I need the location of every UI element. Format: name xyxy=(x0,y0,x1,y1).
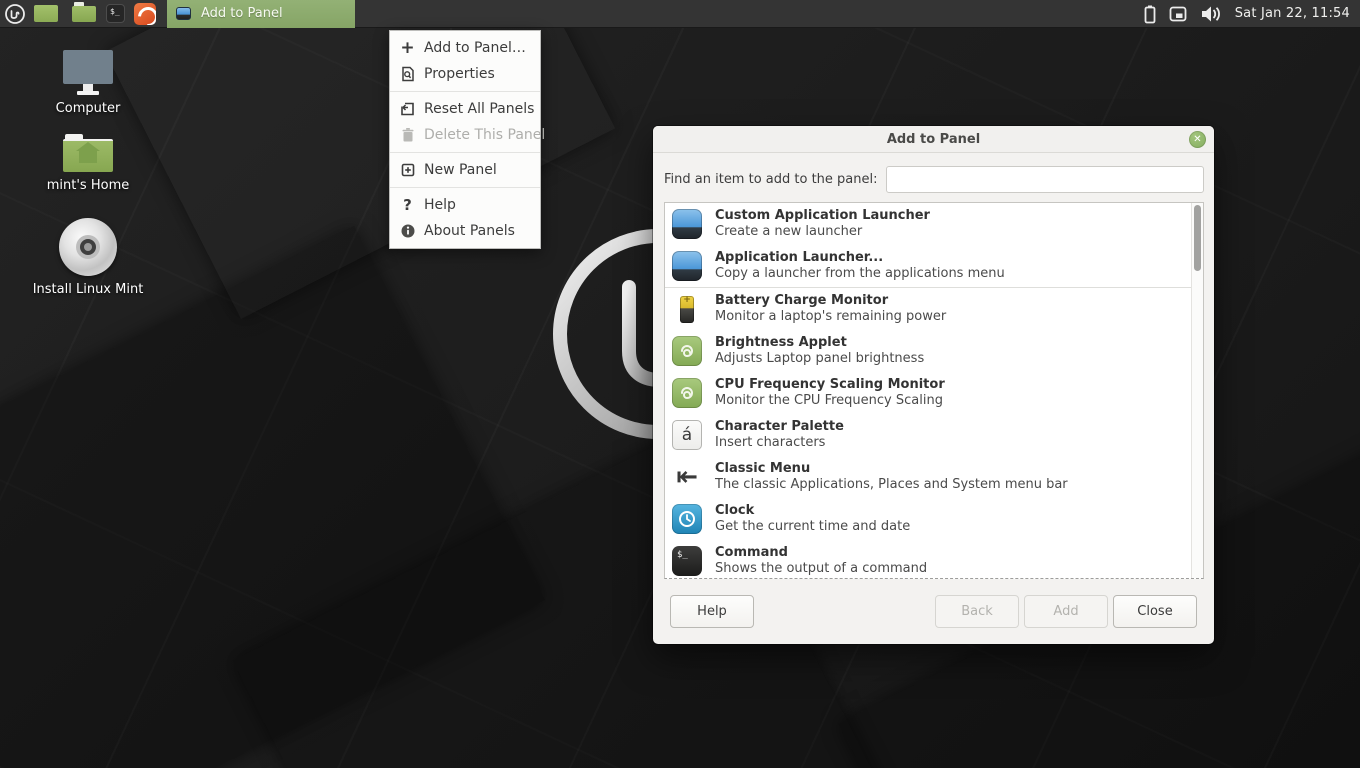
list-item-command[interactable]: $_ Command Shows the output of a command xyxy=(665,540,1191,579)
menu-item-about-panels[interactable]: About Panels xyxy=(390,218,540,244)
dialog-titlebar[interactable]: Add to Panel ✕ xyxy=(653,126,1214,153)
taskbar-item-add-to-panel[interactable]: Add to Panel xyxy=(167,0,355,28)
reset-icon xyxy=(399,101,416,118)
menu-item-properties[interactable]: Properties xyxy=(390,61,540,87)
desktop-icon-home[interactable]: mint's Home xyxy=(18,134,158,193)
desktop-icon-label: Computer xyxy=(18,101,158,116)
item-desc: Adjusts Laptop panel brightness xyxy=(715,351,924,367)
panel-clock[interactable]: Sat Jan 22, 11:54 xyxy=(1235,6,1350,21)
system-tray: Sat Jan 22, 11:54 xyxy=(1138,3,1360,25)
item-desc: Monitor a laptop's remaining power xyxy=(715,309,946,325)
menu-item-delete-this-panel: Delete This Panel xyxy=(390,122,540,148)
item-title: Battery Charge Monitor xyxy=(715,293,946,309)
taskbar-item-label: Add to Panel xyxy=(201,6,283,21)
list-scrollbar[interactable] xyxy=(1191,203,1203,578)
close-icon[interactable]: ✕ xyxy=(1189,131,1206,148)
item-title: Classic Menu xyxy=(715,461,1068,477)
window-icon xyxy=(176,7,191,20)
menu-item-label: About Panels xyxy=(424,223,515,239)
item-title: Command xyxy=(715,545,927,561)
folder-icon[interactable] xyxy=(72,6,96,22)
top-panel: $_ Add to Panel Sat Jan 22, 11:54 xyxy=(0,0,1360,28)
menu-item-label: Properties xyxy=(424,66,495,82)
find-item-input[interactable] xyxy=(886,166,1205,193)
menu-item-label: Delete This Panel xyxy=(424,127,545,143)
item-desc: Shows the output of a command xyxy=(715,561,927,577)
list-item-clock[interactable]: Clock Get the current time and date xyxy=(665,498,1191,540)
list-item-classic-menu[interactable]: ⇤ Classic Menu The classic Applications,… xyxy=(665,456,1191,498)
launcher-icon xyxy=(672,251,702,281)
item-title: Character Palette xyxy=(715,419,844,435)
list-item-custom-application-launcher[interactable]: Custom Application Launcher Create a new… xyxy=(665,203,1191,245)
add-to-panel-dialog: Add to Panel ✕ Find an item to add to th… xyxy=(653,126,1214,644)
menu-item-new-panel[interactable]: New Panel xyxy=(390,157,540,183)
item-desc: Insert characters xyxy=(715,435,844,451)
item-title: Application Launcher... xyxy=(715,250,1005,266)
menu-separator xyxy=(390,187,540,188)
help-button[interactable]: Help xyxy=(670,595,754,628)
brightness-icon xyxy=(672,336,702,366)
info-icon xyxy=(399,223,416,240)
clock-icon xyxy=(672,504,702,534)
desktop-icon-label: mint's Home xyxy=(18,178,158,193)
command-icon: $_ xyxy=(672,546,702,576)
new-panel-icon xyxy=(399,162,416,179)
home-folder-icon xyxy=(63,134,113,172)
add-button: Add xyxy=(1024,595,1108,628)
properties-icon xyxy=(399,66,416,83)
plus-icon: + xyxy=(399,40,416,57)
mint-menu-icon[interactable] xyxy=(0,0,30,28)
desktop-icon-computer[interactable]: Computer xyxy=(18,50,158,116)
item-title: Custom Application Launcher xyxy=(715,208,930,224)
item-desc: Get the current time and date xyxy=(715,519,910,535)
menu-item-label: Reset All Panels xyxy=(424,101,534,117)
menu-item-add-to-panel[interactable]: + Add to Panel… xyxy=(390,35,540,61)
scrollbar-thumb[interactable] xyxy=(1194,205,1201,271)
menu-separator xyxy=(390,152,540,153)
question-icon: ? xyxy=(399,197,416,214)
desktop-icon-label: Install Linux Mint xyxy=(18,282,158,297)
volume-icon[interactable] xyxy=(1199,3,1223,25)
list-item-cpu-frequency-scaling-monitor[interactable]: CPU Frequency Scaling Monitor Monitor th… xyxy=(665,372,1191,414)
firefox-icon[interactable] xyxy=(134,3,156,25)
terminal-icon[interactable]: $_ xyxy=(106,4,125,23)
find-item-label: Find an item to add to the panel: xyxy=(664,172,878,187)
dialog-title: Add to Panel xyxy=(887,132,980,147)
menu-item-help[interactable]: ? Help xyxy=(390,192,540,218)
file-manager-icon[interactable] xyxy=(34,5,58,22)
cpufreq-icon xyxy=(672,378,702,408)
list-item-battery-charge-monitor[interactable]: Battery Charge Monitor Monitor a laptop'… xyxy=(665,288,1191,330)
classic-menu-icon: ⇤ xyxy=(672,462,702,492)
applet-list: Custom Application Launcher Create a new… xyxy=(664,202,1204,579)
list-item-application-launcher[interactable]: Application Launcher... Copy a launcher … xyxy=(665,245,1191,288)
display-icon[interactable] xyxy=(1167,3,1189,25)
install-disc-icon xyxy=(59,218,117,276)
battery-icon xyxy=(672,294,702,324)
menu-item-reset-all-panels[interactable]: Reset All Panels xyxy=(390,96,540,122)
back-button: Back xyxy=(935,595,1019,628)
menu-item-label: Help xyxy=(424,197,456,213)
battery-icon[interactable] xyxy=(1143,3,1157,25)
item-desc: The classic Applications, Places and Sys… xyxy=(715,477,1068,493)
computer-icon xyxy=(18,50,158,95)
close-button[interactable]: Close xyxy=(1113,595,1197,628)
menu-separator xyxy=(390,91,540,92)
item-desc: Copy a launcher from the applications me… xyxy=(715,266,1005,282)
item-title: Clock xyxy=(715,503,910,519)
menu-item-label: New Panel xyxy=(424,162,497,178)
panel-context-menu: + Add to Panel… Properties Reset All Pan… xyxy=(389,30,541,249)
launcher-icon xyxy=(672,209,702,239)
trash-icon xyxy=(399,127,416,144)
list-item-character-palette[interactable]: á Character Palette Insert characters xyxy=(665,414,1191,456)
item-desc: Create a new launcher xyxy=(715,224,930,240)
item-desc: Monitor the CPU Frequency Scaling xyxy=(715,393,945,409)
item-title: CPU Frequency Scaling Monitor xyxy=(715,377,945,393)
menu-item-label: Add to Panel… xyxy=(424,40,526,56)
character-palette-icon: á xyxy=(672,420,702,450)
item-title: Brightness Applet xyxy=(715,335,924,351)
list-item-brightness-applet[interactable]: Brightness Applet Adjusts Laptop panel b… xyxy=(665,330,1191,372)
desktop-icon-install[interactable]: Install Linux Mint xyxy=(18,218,158,297)
